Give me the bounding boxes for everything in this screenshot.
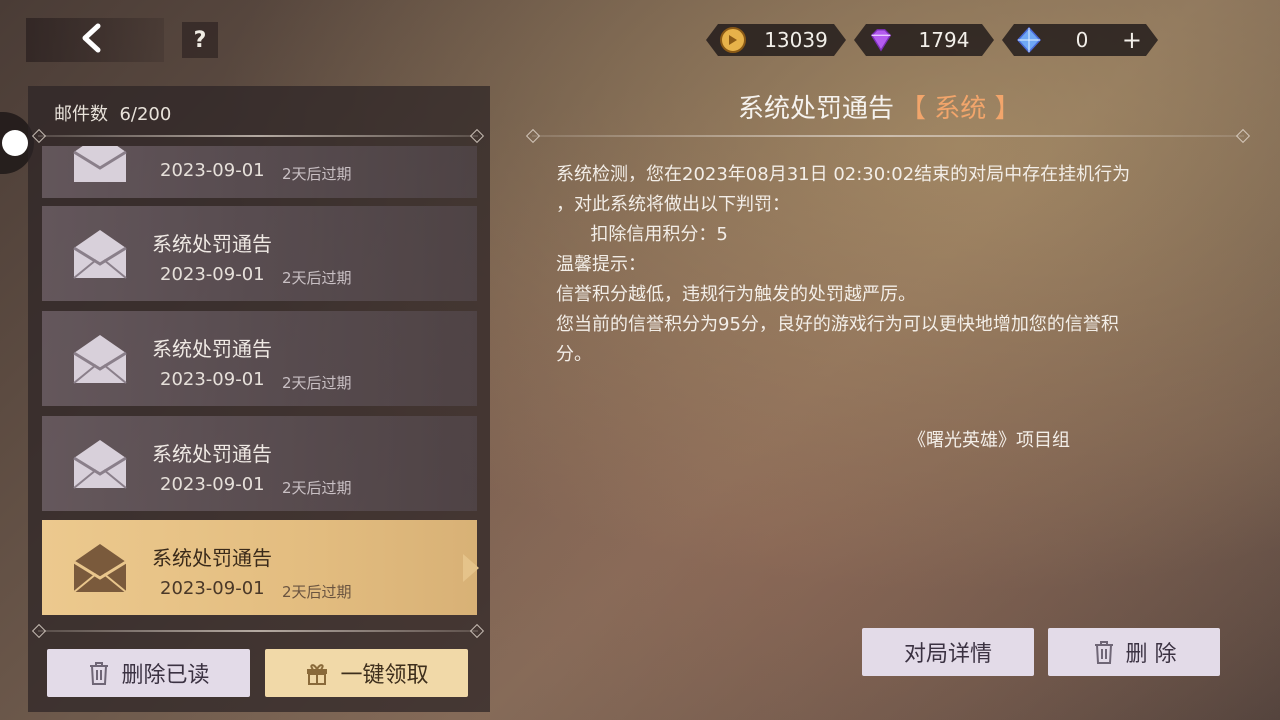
trash-icon [1092, 639, 1116, 665]
body-line: 信誉积分越低，违规行为触发的处罚越严厉。 [556, 284, 916, 305]
mail-list-panel: 邮件数 6/200 2023-09-01 2天后过期 系统处罚通告 2023-0… [28, 86, 490, 712]
delete-read-label: 删除已读 [121, 663, 210, 688]
mail-count: 邮件数 6/200 [54, 100, 171, 126]
help-label: ? [193, 27, 207, 53]
mail-item[interactable]: 2023-09-01 2天后过期 [42, 146, 477, 198]
detail-title-text: 系统处罚通告 [738, 94, 895, 124]
envelope-icon [73, 146, 127, 182]
claim-all-label: 一键领取 [340, 663, 429, 688]
body-line: 分。 [556, 344, 592, 365]
mail-count-label: 邮件数 [54, 104, 108, 125]
add-currency-button[interactable]: + [1122, 26, 1142, 54]
mail-date: 2023-09-01 [160, 264, 265, 285]
detail-category-tag: 【 系统 】 [900, 94, 1021, 124]
envelope-icon [73, 335, 127, 384]
gift-icon [304, 660, 330, 686]
delete-label: 删 除 [1125, 642, 1177, 667]
body-line: ，对此系统将做出以下判罚： [556, 194, 790, 215]
gem-currency: 1794 [854, 24, 994, 56]
detail-divider [532, 135, 1244, 137]
mail-expiry: 2天后过期 [282, 269, 352, 287]
mail-count-value: 6/200 [119, 104, 172, 125]
top-divider [38, 135, 478, 137]
envelope-icon [73, 440, 127, 489]
match-detail-button[interactable]: 对局详情 [862, 628, 1034, 676]
body-line: 您当前的信誉积分为95分，良好的游戏行为可以更快地增加您的信誉积 [556, 314, 1119, 335]
crystal-currency: 0 + [1002, 24, 1158, 56]
mail-item[interactable]: 系统处罚通告 2023-09-01 2天后过期 [42, 206, 477, 301]
mail-detail-title: 系统处罚通告【 系统 】 [738, 88, 1021, 125]
back-button[interactable] [26, 18, 164, 62]
body-line: 温馨提示： [556, 254, 646, 275]
envelope-icon [73, 544, 127, 593]
purple-gem-icon [868, 27, 894, 53]
back-arrow-icon [80, 23, 102, 57]
mail-expiry: 2天后过期 [282, 583, 352, 601]
mail-signature: 《曙光英雄》项目组 [908, 430, 1070, 451]
mail-expiry: 2天后过期 [282, 374, 352, 392]
mail-title: 系统处罚通告 [152, 232, 272, 256]
bottom-divider [38, 630, 478, 632]
mail-date: 2023-09-01 [160, 369, 265, 390]
mail-title: 系统处罚通告 [152, 546, 272, 570]
trash-icon [87, 660, 111, 686]
mail-date: 2023-09-01 [160, 474, 265, 495]
mail-title: 系统处罚通告 [152, 337, 272, 361]
delete-read-button[interactable]: 删除已读 [47, 649, 250, 697]
mail-item-selected[interactable]: 系统处罚通告 2023-09-01 2天后过期 [42, 520, 477, 615]
mail-item[interactable]: 系统处罚通告 2023-09-01 2天后过期 [42, 311, 477, 406]
mail-expiry: 2天后过期 [282, 479, 352, 497]
claim-all-button[interactable]: 一键领取 [265, 649, 468, 697]
handle-dot [2, 130, 28, 156]
gem-value: 1794 [918, 28, 970, 52]
gold-currency: 13039 [706, 24, 846, 56]
gold-value: 13039 [764, 28, 828, 52]
body-line: 扣除信用积分：5 [556, 224, 728, 245]
crystal-value: 0 [1075, 28, 1089, 52]
mail-date: 2023-09-01 [160, 578, 265, 599]
envelope-icon [73, 230, 127, 279]
blue-crystal-icon [1016, 27, 1042, 53]
mail-title: 系统处罚通告 [152, 442, 272, 466]
mail-expiry: 2天后过期 [282, 165, 352, 183]
match-detail-label: 对局详情 [903, 642, 992, 667]
mail-detail-body: 系统检测，您在2023年08月31日 02:30:02结束的对局中存在挂机行为 … [556, 160, 1236, 370]
mail-item[interactable]: 系统处罚通告 2023-09-01 2天后过期 [42, 416, 477, 511]
delete-mail-button[interactable]: 删 除 [1048, 628, 1220, 676]
body-line: 系统检测，您在2023年08月31日 02:30:02结束的对局中存在挂机行为 [556, 164, 1131, 185]
help-button[interactable]: ? [182, 22, 218, 58]
gold-coin-icon [720, 27, 746, 53]
mail-date: 2023-09-01 [160, 160, 265, 181]
